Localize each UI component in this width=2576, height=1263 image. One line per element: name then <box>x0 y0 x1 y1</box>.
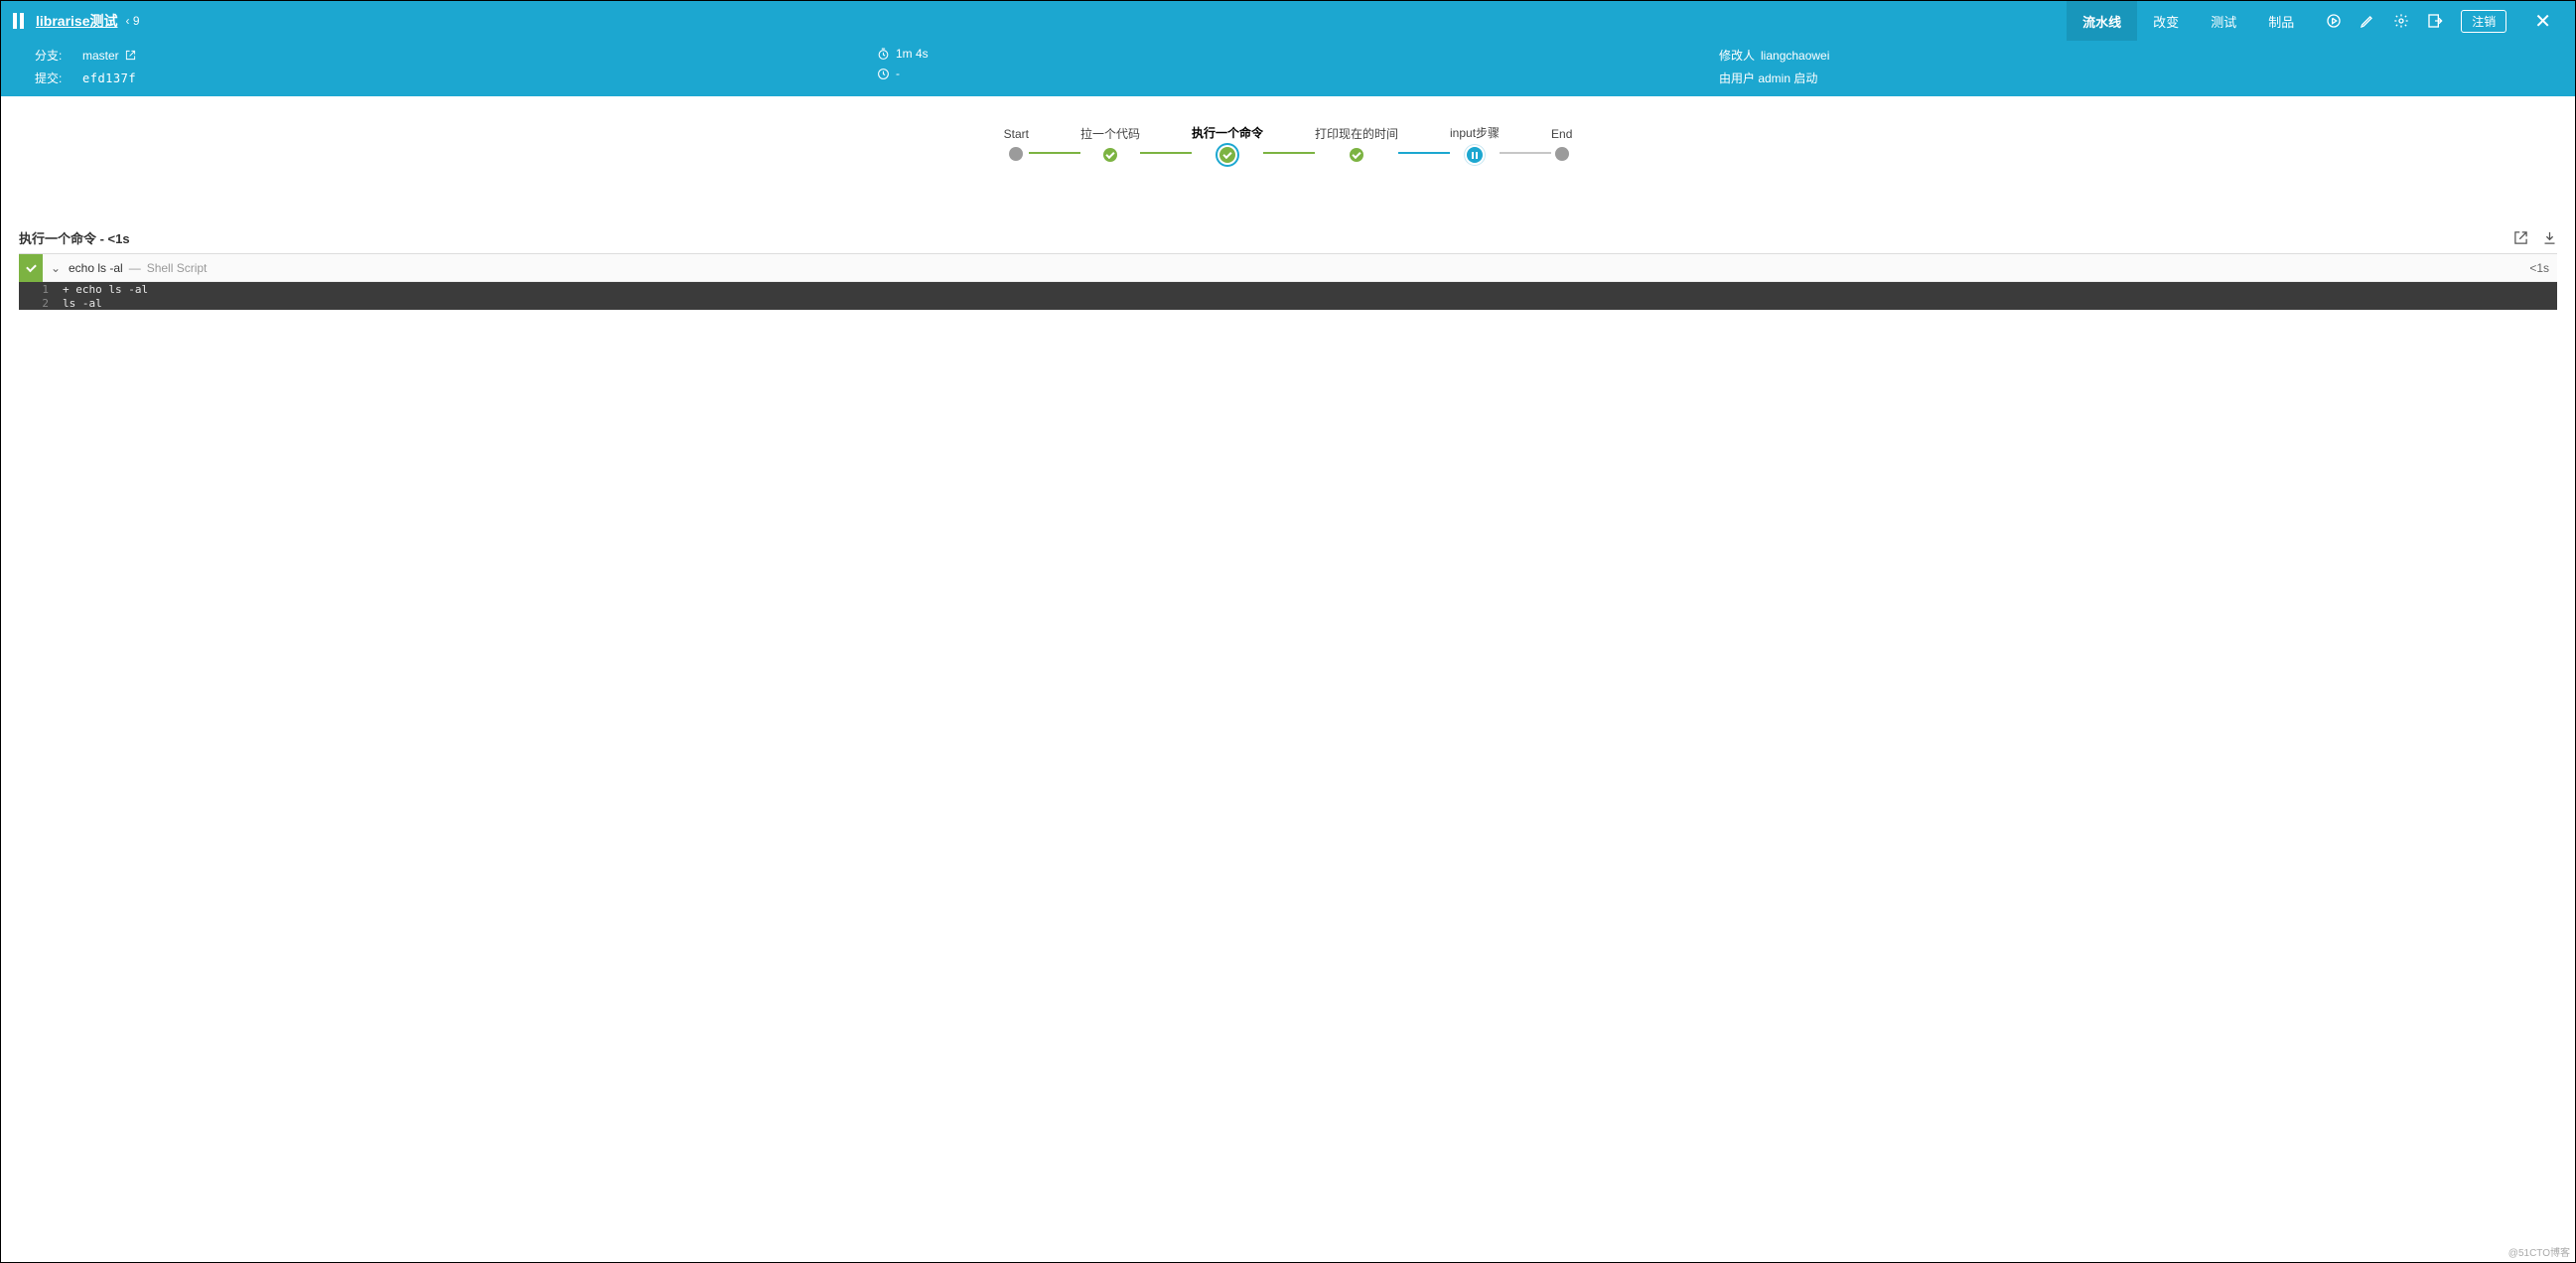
stopwatch-icon <box>877 48 890 61</box>
pipeline-title[interactable]: librarise测试 <box>36 11 117 31</box>
stage-input[interactable]: input步骤 <box>1450 124 1500 163</box>
log-line: 1 + echo ls -al <box>19 282 2557 296</box>
stage-connector <box>1398 152 1450 154</box>
tab-tests[interactable]: 测试 <box>2195 1 2252 41</box>
clock-icon <box>877 68 890 80</box>
pause-icon <box>13 13 24 29</box>
step-type: Shell Script <box>147 261 208 275</box>
stage-start[interactable]: Start <box>1004 127 1029 161</box>
download-icon[interactable] <box>2542 230 2557 245</box>
branch-value[interactable]: master <box>82 49 119 63</box>
tab-pipeline[interactable]: 流水线 <box>2067 1 2137 41</box>
stage-connector <box>1140 152 1192 154</box>
time-value: - <box>896 67 900 80</box>
pipeline-header: librarise测试 9 流水线 改变 测试 制品 注销 ✕ 分支: mast… <box>1 1 2575 96</box>
log-line: 2 ls -al <box>19 296 2557 310</box>
step-section-header: 执行一个命令 - <1s <box>19 222 2557 254</box>
stage-node-active <box>1219 147 1235 163</box>
step-section-title: 执行一个命令 - <1s <box>19 228 130 247</box>
gear-icon[interactable] <box>2393 13 2409 29</box>
started-by: 由用户 admin 启动 <box>1719 70 1817 86</box>
stage-connector <box>1029 152 1080 154</box>
run-number[interactable]: 9 <box>125 14 139 28</box>
step-duration: <1s <box>2529 261 2557 275</box>
header-top: librarise测试 9 流水线 改变 测试 制品 注销 ✕ <box>1 1 2575 41</box>
pipeline-stages: Start 拉一个代码 执行一个命令 打印现在的时间 input步骤 End <box>1 96 2575 222</box>
stage-connector <box>1500 152 1551 154</box>
branch-label: 分支: <box>35 47 76 64</box>
stage-node-ok <box>1103 148 1117 162</box>
tab-changes[interactable]: 改变 <box>2137 1 2195 41</box>
step-status-icon <box>19 254 43 282</box>
step-type-sep: — <box>129 261 141 275</box>
step-row[interactable]: ⌄ echo ls -al — Shell Script <1s <box>19 254 2557 282</box>
header-actions: 注销 ✕ <box>2310 9 2563 34</box>
stage-node-pause <box>1467 147 1483 163</box>
close-icon[interactable]: ✕ <box>2530 9 2555 34</box>
stage-run-command[interactable]: 执行一个命令 <box>1192 124 1263 163</box>
commit-label: 提交: <box>35 70 76 86</box>
chevron-down-icon[interactable]: ⌄ <box>49 261 63 275</box>
stage-connector <box>1263 152 1315 154</box>
popout-icon[interactable] <box>2513 230 2528 245</box>
rerun-icon[interactable] <box>2326 13 2342 29</box>
commit-value[interactable]: efd137f <box>82 71 136 85</box>
watermark: @51CTO博客 <box>2508 1244 2570 1259</box>
view-tabs: 流水线 改变 测试 制品 <box>2067 1 2310 41</box>
changed-by-label: 修改人 <box>1719 47 1755 64</box>
stage-node-gray <box>1555 147 1569 161</box>
stage-end[interactable]: End <box>1551 127 1572 161</box>
step-command: echo ls -al <box>69 261 123 275</box>
logout-button[interactable]: 注销 <box>2461 10 2506 33</box>
exit-icon[interactable] <box>2427 13 2443 29</box>
console-log[interactable]: 1 + echo ls -al 2 ls -al <box>19 282 2557 310</box>
external-link-icon[interactable] <box>125 50 136 61</box>
header-meta: 分支: master 提交: efd137f 1m 4s - 修改人 liang… <box>1 41 2575 96</box>
tab-artifacts[interactable]: 制品 <box>2252 1 2310 41</box>
stage-pull-code[interactable]: 拉一个代码 <box>1080 125 1140 162</box>
stage-node-ok <box>1350 148 1363 162</box>
changed-by-value: liangchaowei <box>1761 49 1829 63</box>
stage-node-gray <box>1009 147 1023 161</box>
duration-value: 1m 4s <box>896 47 929 61</box>
stage-print-time[interactable]: 打印现在的时间 <box>1315 125 1398 162</box>
edit-icon[interactable] <box>2360 13 2375 29</box>
